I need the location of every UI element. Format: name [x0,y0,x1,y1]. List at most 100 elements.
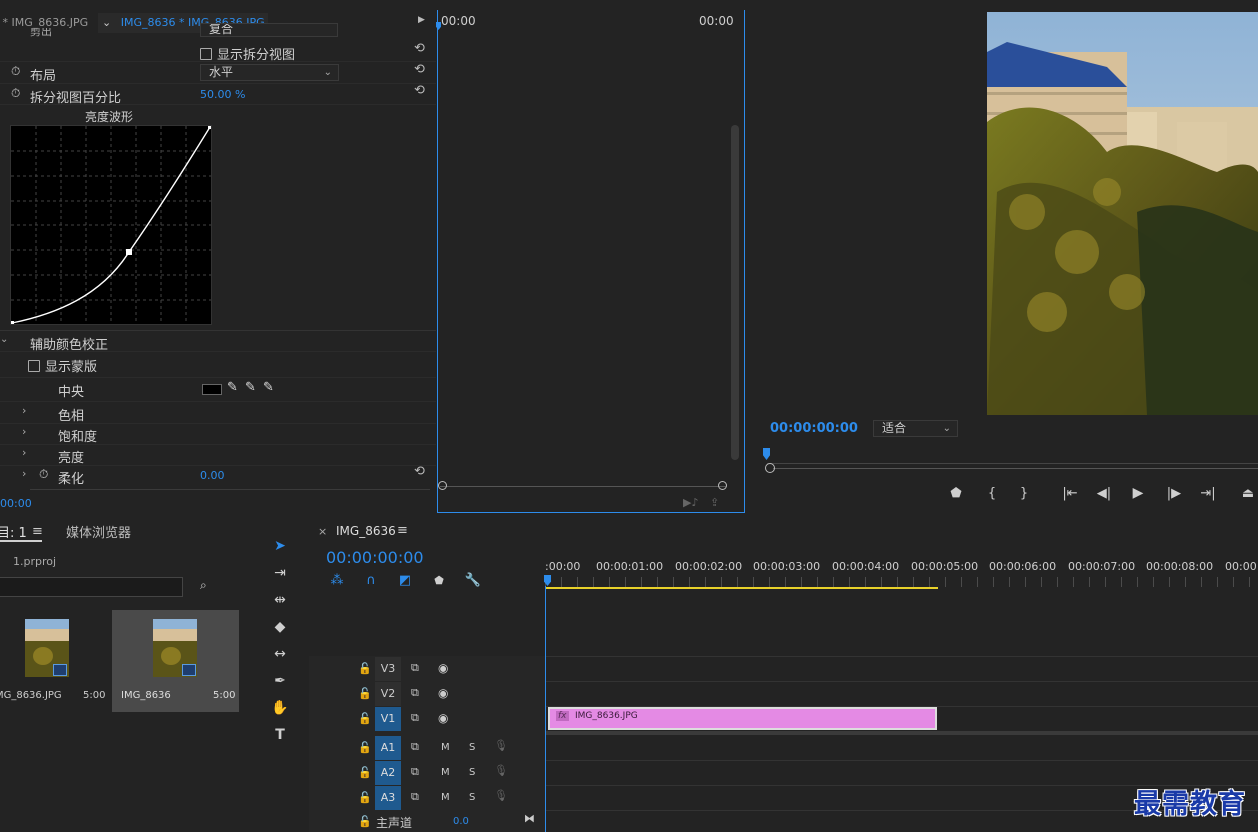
pen-tool-icon[interactable]: ✒ [268,669,292,693]
ec-zoom-handle-right[interactable] [718,481,727,490]
toggle-sync-icon[interactable]: ⧉ [411,686,419,700]
reset-icon[interactable]: ⟲ [414,42,428,55]
ec-zoom-handle-left[interactable] [438,481,447,490]
eye-icon[interactable]: ◉ [438,711,448,725]
work-area-bar[interactable] [546,587,938,589]
solo-button[interactable]: S [469,767,475,778]
program-timecode[interactable]: 00:00:00:00 [770,421,858,436]
ripple-edit-tool-icon[interactable]: ⇹ [268,588,292,612]
eyedropper-icon[interactable]: ✎ [227,380,238,395]
project-item[interactable]: IMG_8636.JPG 5:00 [0,610,110,712]
timeline-ruler[interactable]: :00:00 00:00:01:00 00:00:02:00 00:00:03:… [545,555,1258,589]
reset-icon[interactable]: ⟲ [414,465,428,478]
lock-icon[interactable]: 🔓 [358,815,372,828]
track-label-a2[interactable]: A2 [375,761,401,785]
stopwatch-icon[interactable]: ⏱ [39,467,48,482]
sequence-tab[interactable]: IMG_8636 [336,524,396,538]
eye-icon[interactable]: ◉ [438,686,448,700]
audio-only-icon[interactable]: ▶♪ [683,496,698,509]
solo-button[interactable]: S [469,742,475,753]
nest-toggle-icon[interactable]: ⁂ [328,571,346,589]
lock-icon[interactable]: 🔓 [358,741,372,754]
stopwatch-icon[interactable]: ⏱ [11,86,20,101]
split-percent-value[interactable]: 50.00 % [200,88,245,101]
wrench-icon[interactable]: 🔧 [464,571,482,589]
toggle-sync-icon[interactable]: ⧉ [411,790,419,804]
step-forward-icon[interactable]: |▶ [1165,484,1183,502]
chevron-down-icon[interactable]: ⌄ [102,16,111,29]
layout-dropdown[interactable]: 水平 ⌄ [200,64,339,81]
toggle-sync-icon[interactable]: ⧉ [411,740,419,754]
toggle-sync-icon[interactable]: ⧉ [411,765,419,779]
chevron-right-icon[interactable]: › [22,467,26,480]
mic-icon[interactable]: 🎙 [494,764,508,777]
center-color-swatch[interactable] [202,384,222,395]
mute-button[interactable]: M [441,792,450,803]
stopwatch-icon[interactable]: ⏱ [11,64,20,79]
track-label-a1[interactable]: A1 [375,736,401,760]
master-volume-value[interactable]: 0.0 [453,816,469,827]
split-view-checkbox-box[interactable] [200,48,212,60]
snap-magnet-icon[interactable]: ∩ [362,571,380,589]
mute-button[interactable]: M [441,767,450,778]
mic-icon[interactable]: 🎙 [494,739,508,752]
chevron-right-icon[interactable]: › [22,446,26,459]
linked-selection-icon[interactable]: ◩ [396,571,414,589]
type-tool-icon[interactable]: T [268,723,292,747]
add-marker-icon[interactable]: ⬟ [947,484,965,502]
mark-in-icon[interactable]: { [983,484,1001,502]
video-clip[interactable]: fx IMG_8636.JPG [548,707,937,730]
lock-icon[interactable]: 🔓 [358,766,372,779]
toggle-sync-icon[interactable]: ⧉ [411,711,419,725]
fit-dropdown[interactable]: 适合 ⌄ [873,420,958,437]
lock-icon[interactable]: 🔓 [358,662,372,675]
chevron-right-icon[interactable]: › [22,425,26,438]
mic-icon[interactable]: 🎙 [494,789,508,802]
slip-tool-icon[interactable]: ↔ [268,642,292,666]
reset-icon[interactable]: ⟲ [414,63,428,76]
razor-tool-icon[interactable]: ◆ [268,615,292,639]
ec-scrollbar[interactable] [731,125,739,460]
step-back-icon[interactable]: ◀| [1095,484,1113,502]
track-label-v2[interactable]: V2 [375,682,401,706]
go-to-out-icon[interactable]: ⇥| [1198,484,1218,502]
luma-curve-graph[interactable] [10,125,212,325]
show-mask-checkbox-box[interactable] [28,360,40,372]
mark-out-icon[interactable]: } [1015,484,1033,502]
selection-tool-icon[interactable]: ➤ [268,534,292,558]
add-marker-icon[interactable]: ⬟ [430,571,448,589]
go-to-in-icon[interactable]: |⇤ [1060,484,1080,502]
program-zoom-bar[interactable] [773,468,1258,469]
program-video-frame[interactable] [987,12,1258,415]
chevron-down-icon[interactable]: ⌄ [0,334,8,345]
lock-icon[interactable]: 🔓 [358,712,372,725]
lock-icon[interactable]: 🔓 [358,687,372,700]
solo-button[interactable]: S [469,792,475,803]
lock-icon[interactable]: 🔓 [358,791,372,804]
chevron-right-icon[interactable]: › [22,404,26,417]
video-audio-divider[interactable] [546,731,1258,735]
lift-icon[interactable]: ⏏ [1238,484,1258,502]
cut-row-dropdown[interactable]: 复合 [200,23,338,37]
ec-mini-timeline[interactable] [437,10,745,513]
new-bin-icon[interactable]: ⌕ [200,578,207,593]
hand-tool-icon[interactable]: ✋ [268,696,292,720]
media-browser-tab[interactable]: 媒体浏览器 [66,522,131,541]
ec-zoom-bar[interactable] [440,486,726,487]
play-only-icon[interactable]: ▶ [418,15,425,25]
track-label-v1[interactable]: V1 [375,707,401,731]
track-label-v3[interactable]: V3 [375,657,401,681]
track-label-a3[interactable]: A3 [375,786,401,810]
reset-icon[interactable]: ⟲ [414,84,428,97]
toggle-sync-icon[interactable]: ⧉ [411,661,419,675]
eyedropper-add-icon[interactable]: ✎ [245,380,256,395]
eye-icon[interactable]: ◉ [438,661,448,675]
project-item-selected[interactable]: IMG_8636 5:00 [112,610,239,712]
track-select-tool-icon[interactable]: ⇥ [268,561,292,585]
effect-controls-timecode[interactable]: 00:00 [0,497,32,510]
close-icon[interactable]: × [318,525,327,538]
go-to-end-icon[interactable]: ⧓ [524,812,535,825]
program-ruler[interactable] [767,450,1258,464]
export-icon[interactable]: ⇪ [710,496,719,509]
eyedropper-subtract-icon[interactable]: ✎ [263,380,274,395]
